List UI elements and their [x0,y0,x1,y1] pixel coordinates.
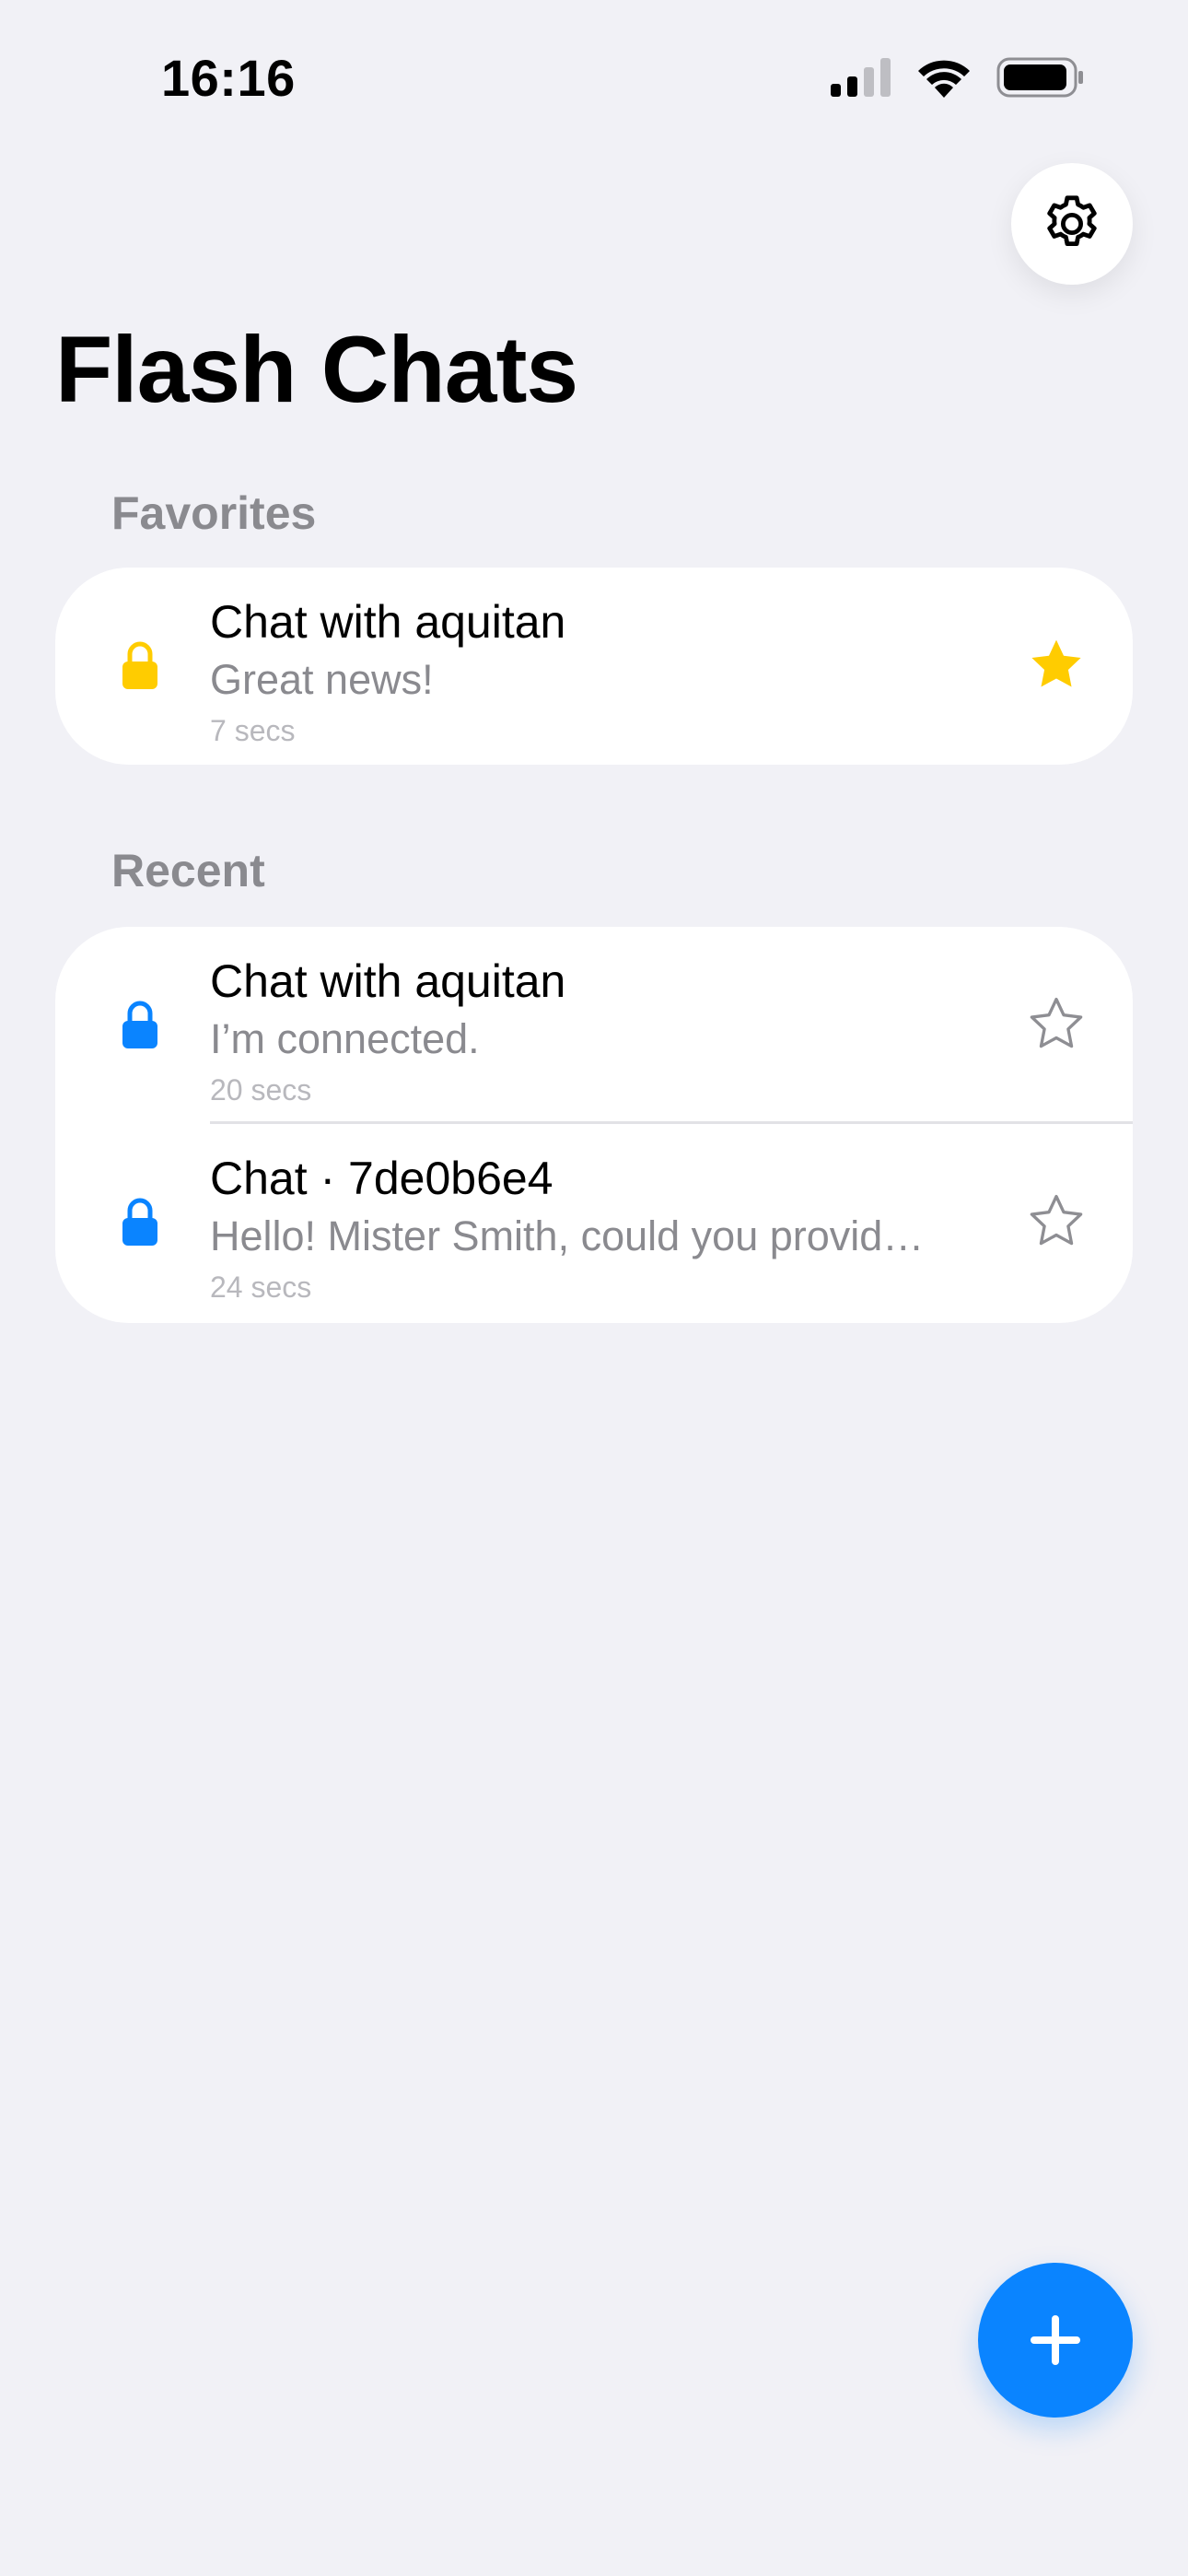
status-icons [831,57,1085,98]
cellular-signal-icon [831,58,891,97]
chat-title: Chat with aquitan [210,596,566,648]
settings-button[interactable] [1011,163,1133,285]
chat-preview: Hello! Mister Smith, could you provid… [210,1213,925,1259]
lock-icon [122,1198,157,1246]
chat-row[interactable]: Chat with aquitan I’m connected. 20 secs [55,927,1133,1124]
chat-preview: I’m connected. [210,1016,480,1062]
chat-row[interactable]: Chat · 7de0b6e4 Hello! Mister Smith, cou… [55,1124,1133,1321]
battery-icon [996,57,1083,98]
lock-icon [122,641,157,689]
chat-preview: Great news! [210,657,434,703]
flash-chats-screen: 16:16 Flash Chats Favorites Chat with aq… [0,0,1188,2576]
status-time: 16:16 [161,49,296,107]
gear-icon [1047,195,1097,246]
wifi-icon [918,60,970,98]
star-outline-icon[interactable] [1028,995,1085,1052]
star-icon[interactable] [1028,636,1085,693]
chat-title: Chat with aquitan [210,955,566,1007]
status-bar: 16:16 [0,0,1188,157]
chat-time: 24 secs [210,1270,312,1304]
favorites-card: Chat with aquitan Great news! 7 secs [55,568,1133,765]
plus-icon [1031,2315,1080,2365]
chat-row[interactable]: Chat with aquitan Great news! 7 secs [55,568,1133,765]
chat-time: 20 secs [210,1073,312,1107]
recent-card: Chat with aquitan I’m connected. 20 secs… [55,927,1133,1323]
lock-icon [122,1001,157,1048]
recent-section-header: Recent [111,845,265,896]
chat-title: Chat · 7de0b6e4 [210,1153,553,1204]
favorites-section-header: Favorites [111,487,317,539]
new-chat-button[interactable] [978,2263,1133,2418]
chat-time: 7 secs [210,714,296,747]
page-title: Flash Chats [55,317,578,422]
star-outline-icon[interactable] [1028,1192,1085,1249]
